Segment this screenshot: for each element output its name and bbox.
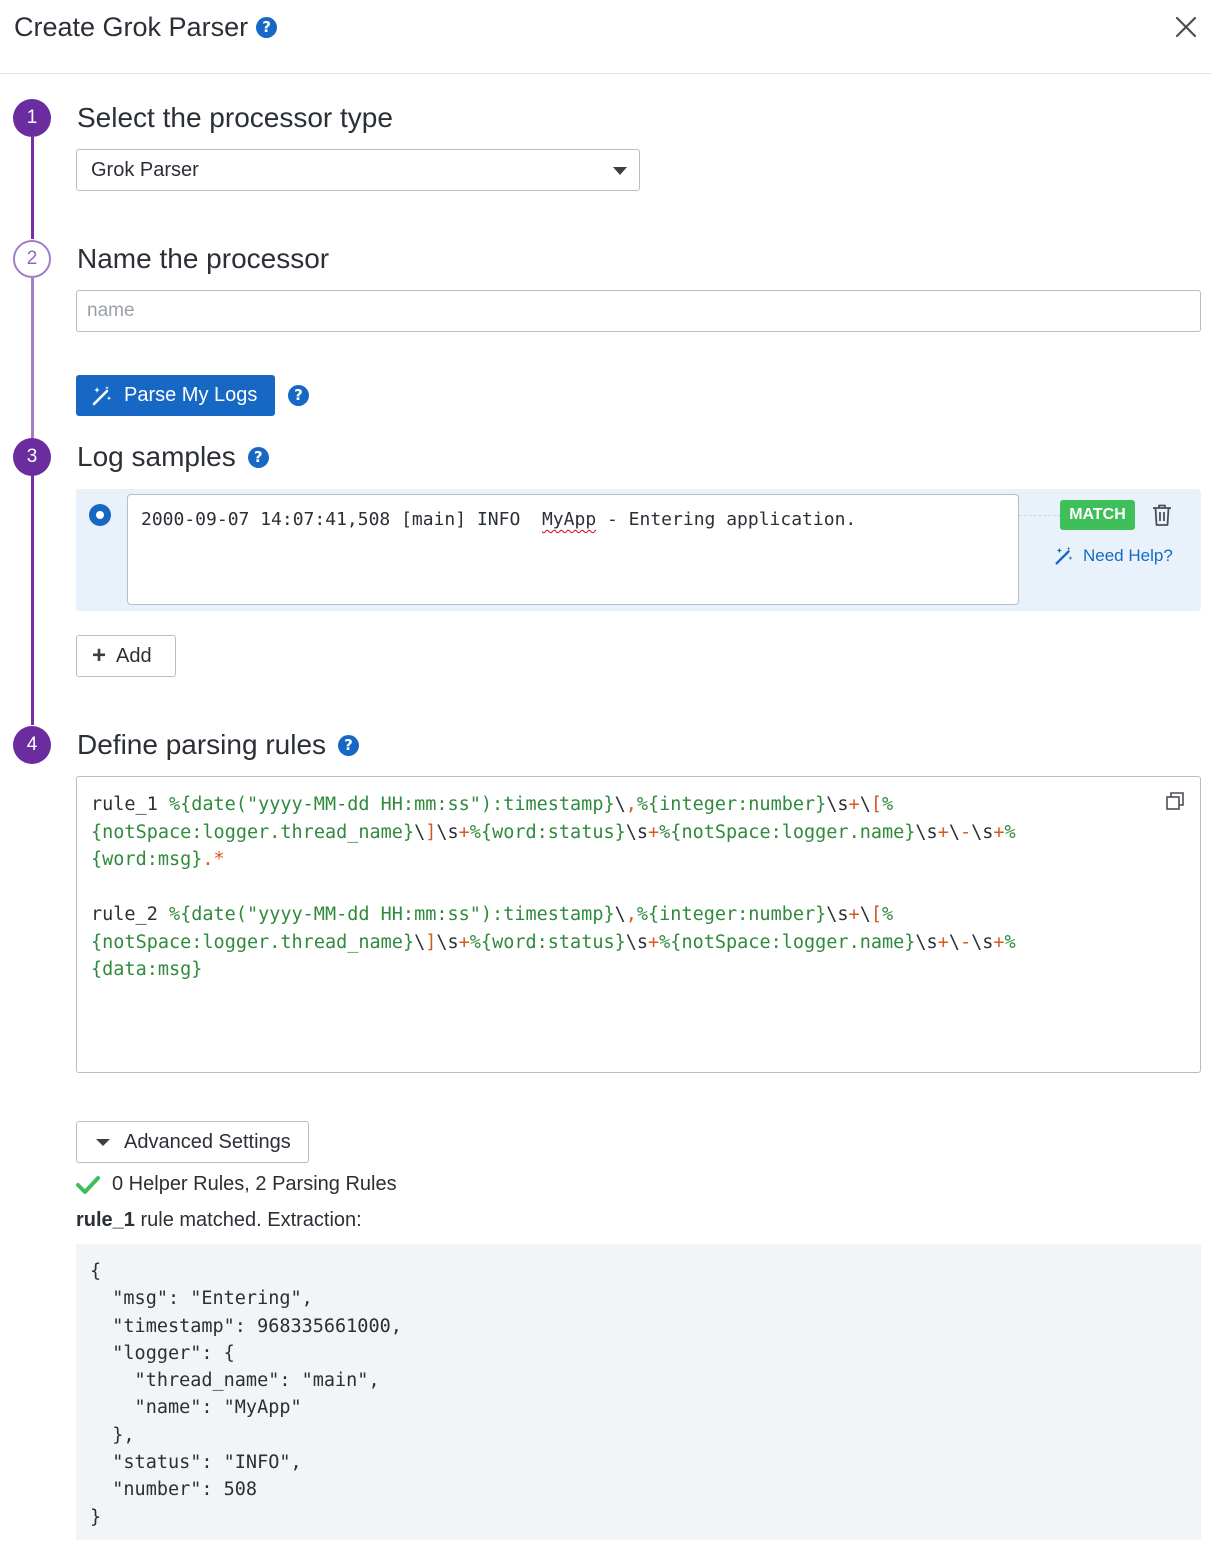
match-badge: MATCH <box>1060 500 1135 530</box>
trash-icon[interactable] <box>1151 503 1173 527</box>
magic-wand-icon <box>1055 546 1073 565</box>
chevron-down-icon <box>96 1138 110 1146</box>
extraction-output: { "msg": "Entering", "timestamp": 968335… <box>76 1244 1201 1540</box>
sample-text-suffix: - Entering application. <box>596 509 857 530</box>
close-icon[interactable] <box>1172 13 1200 41</box>
magic-wand-icon <box>92 385 112 405</box>
step-2-title: Name the processor <box>77 243 329 275</box>
sample-text-misspelled: MyApp <box>541 509 597 530</box>
step-3-number: 3 <box>13 438 51 476</box>
step-1-title: Select the processor type <box>77 102 393 134</box>
add-sample-button[interactable]: + Add <box>76 635 176 677</box>
check-icon <box>76 1175 100 1194</box>
parse-help-icon[interactable]: ? <box>288 385 309 406</box>
step-3-title: Log samples ? <box>77 441 269 473</box>
sample-radio[interactable] <box>89 504 111 526</box>
modal-title-text: Create Grok Parser <box>14 12 249 42</box>
plus-icon: + <box>92 642 107 669</box>
rule-1-line: {word:msg}.* <box>91 849 225 870</box>
step-1-title-text: Select the processor type <box>77 102 393 133</box>
parsing-rules-help-icon[interactable]: ? <box>338 734 360 756</box>
step-connector <box>31 137 34 239</box>
matched-rule-name: rule_1 <box>76 1209 135 1231</box>
advanced-settings-label: Advanced Settings <box>124 1130 291 1153</box>
modal-header: Create Grok Parser ? <box>0 0 1212 74</box>
step-3-title-text: Log samples <box>77 441 236 472</box>
rule-2-line: rule_2 %{date("yyyy-MM-dd HH:mm:ss"):tim… <box>91 904 894 925</box>
sample-text-prefix: 2000-09-07 14:07:41,508 [main] INFO <box>141 509 542 530</box>
need-help-label: Need Help? <box>1083 546 1173 565</box>
advanced-settings-toggle[interactable]: Advanced Settings <box>76 1121 309 1163</box>
rule-2-line: {notSpace:logger.thread_name}\]\s+%{word… <box>91 931 1016 953</box>
processor-name-input[interactable] <box>76 290 1201 332</box>
step-connector <box>31 278 34 438</box>
rules-count-status: 0 Helper Rules, 2 Parsing Rules <box>76 1173 397 1196</box>
step-connector <box>31 475 34 725</box>
add-label: Add <box>116 644 152 667</box>
processor-type-select[interactable]: Grok Parser <box>76 149 640 191</box>
modal-title: Create Grok Parser ? <box>14 12 278 43</box>
rules-count-text: 0 Helper Rules, 2 Parsing Rules <box>112 1173 397 1195</box>
step-2-title-text: Name the processor <box>77 243 330 274</box>
step-1-number: 1 <box>13 99 51 137</box>
rule-matched-text: rule_1 rule matched. Extraction: <box>76 1209 362 1232</box>
need-help-link[interactable]: Need Help? <box>1053 545 1173 567</box>
log-samples-help-icon[interactable]: ? <box>247 446 269 468</box>
parse-my-logs-label: Parse My Logs <box>124 384 258 406</box>
log-sample-input[interactable]: 2000-09-07 14:07:41,508 [main] INFO MyAp… <box>127 494 1019 605</box>
rule-2-line: {data:msg} <box>91 959 203 980</box>
step-4-title: Define parsing rules ? <box>77 729 360 761</box>
parse-my-logs-button[interactable]: Parse My Logs <box>76 375 275 416</box>
chevron-down-icon <box>613 167 627 175</box>
help-icon[interactable]: ? <box>256 17 278 38</box>
step-2-number: 2 <box>13 240 51 278</box>
rule-separator <box>91 874 1186 902</box>
parsing-rules-editor[interactable]: rule_1 %{date("yyyy-MM-dd HH:mm:ss"):tim… <box>76 776 1201 1073</box>
matched-rule-suffix: rule matched. Extraction: <box>134 1209 362 1231</box>
step-4-title-text: Define parsing rules <box>77 729 327 760</box>
step-4-number: 4 <box>13 726 51 764</box>
dashed-connector <box>1019 515 1061 516</box>
rule-1-line: rule_1 %{date("yyyy-MM-dd HH:mm:ss"):tim… <box>91 794 894 815</box>
processor-type-value: Grok Parser <box>91 158 199 181</box>
rule-1-line: {notSpace:logger.thread_name}\]\s+%{word… <box>91 821 1016 843</box>
copy-icon[interactable] <box>1165 791 1185 811</box>
